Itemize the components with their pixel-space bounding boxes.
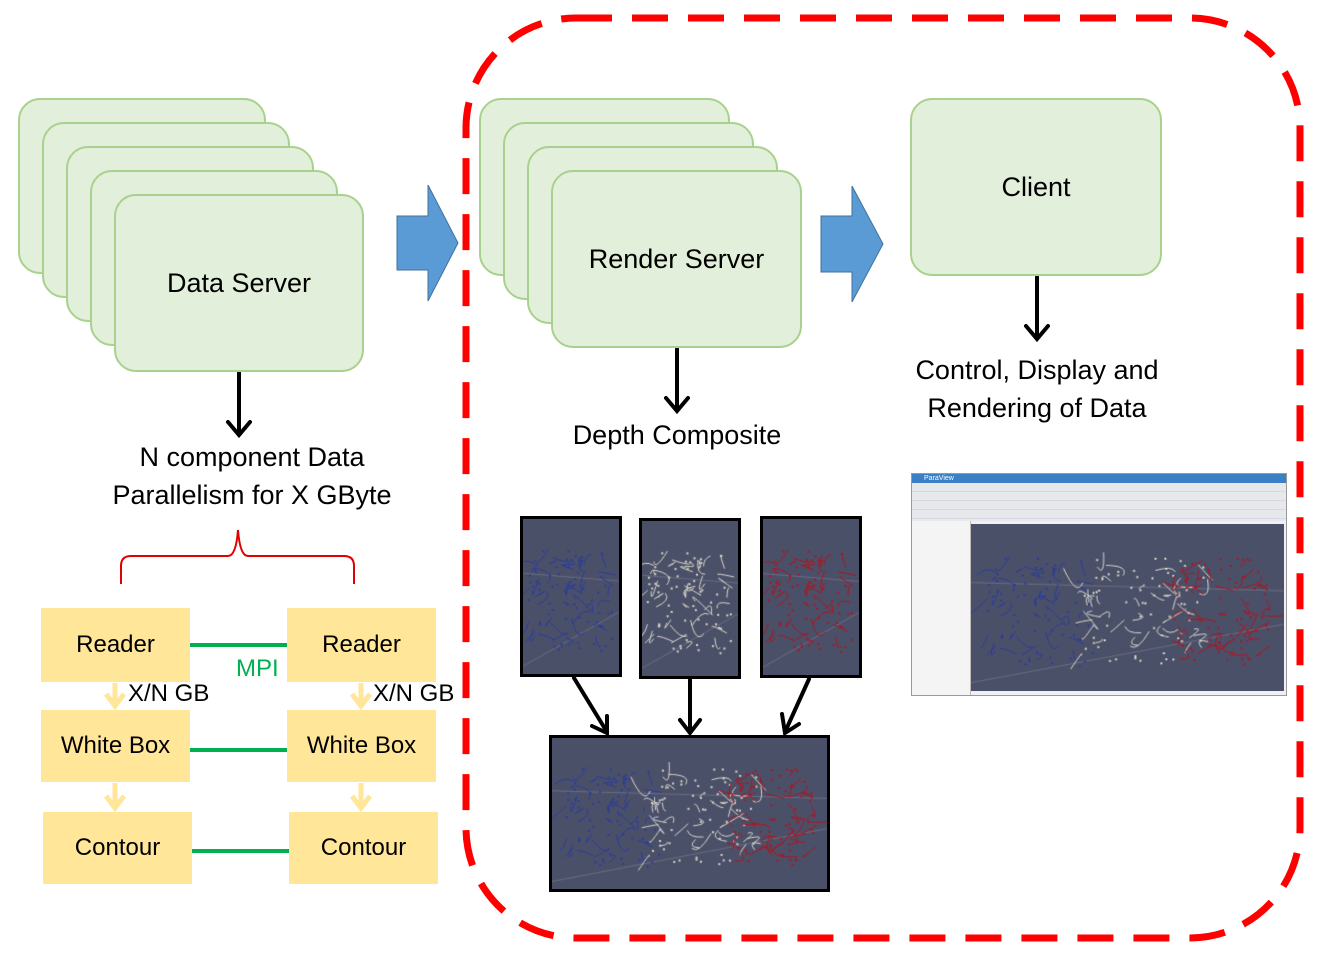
- left-contour: Contour: [43, 812, 192, 884]
- render-image: [642, 521, 738, 676]
- render-image: [523, 519, 619, 674]
- caption-line: N component Data: [139, 442, 365, 472]
- left-white-box: White Box: [41, 710, 190, 782]
- stage-label: Contour: [74, 834, 161, 861]
- partial-render-3: [760, 516, 862, 678]
- client-caption: Control, Display and Rendering of Data: [877, 351, 1197, 427]
- paraview-toolbars: [912, 483, 1286, 521]
- flow-arrow-to-client: [820, 185, 884, 303]
- right-reader: Reader: [287, 608, 436, 682]
- right-white-box: White Box: [287, 710, 436, 782]
- left-reader: Reader: [41, 608, 190, 682]
- caption-line: Parallelism for X GByte: [112, 480, 392, 510]
- client-node: Client: [910, 98, 1162, 276]
- paraview-side-panel: [912, 521, 971, 695]
- arrow-client-down: [1024, 275, 1050, 343]
- arrow-data-server-down: [226, 371, 252, 439]
- stage-label: Reader: [322, 631, 401, 658]
- caption-line: Rendering of Data: [927, 393, 1147, 423]
- flow-arrow-right-1: [350, 683, 372, 711]
- render-image: [971, 524, 1284, 691]
- stage-label: White Box: [60, 732, 171, 759]
- stage-label: Contour: [320, 834, 407, 861]
- arrow-composite-left: [572, 676, 609, 737]
- paraview-render-view: [971, 524, 1284, 691]
- arrow-composite-middle: [678, 678, 702, 737]
- right-contour: Contour: [289, 812, 438, 884]
- stage-label: Reader: [76, 631, 155, 658]
- composited-render: [549, 735, 830, 892]
- arrow-render-server-down: [664, 347, 690, 415]
- transfer-label-left: X/N GB: [128, 680, 210, 707]
- render-image: [552, 738, 827, 889]
- flow-arrow-left-2: [104, 783, 126, 813]
- red-brace: [120, 529, 355, 584]
- partial-render-1: [520, 516, 622, 677]
- paraview-screenshot: ParaView: [911, 473, 1287, 696]
- data-parallel-caption: N component Data Parallelism for X GByte: [92, 438, 412, 514]
- mpi-label: MPI: [236, 655, 279, 682]
- render-image: [763, 519, 859, 675]
- data-server-node: Data Server: [114, 194, 364, 372]
- paraview-title-bar: ParaView: [912, 474, 1286, 483]
- flow-arrow-to-render: [396, 184, 459, 302]
- diagram: Data Server Render Server Client N compo…: [0, 0, 1317, 959]
- data-server-label: Data Server: [166, 267, 312, 298]
- transfer-label-right: X/N GB: [373, 680, 455, 707]
- depth-composite-caption: Depth Composite: [572, 420, 782, 450]
- client-label: Client: [1001, 171, 1071, 202]
- render-server-label: Render Server: [588, 243, 765, 274]
- stage-label: White Box: [306, 732, 417, 759]
- partial-render-2: [639, 518, 741, 679]
- flow-arrow-right-2: [350, 783, 372, 813]
- flow-arrow-left-1: [104, 683, 126, 711]
- arrow-composite-right: [780, 677, 811, 737]
- render-server-node: Render Server: [551, 170, 802, 348]
- caption-line: Control, Display and: [915, 355, 1159, 385]
